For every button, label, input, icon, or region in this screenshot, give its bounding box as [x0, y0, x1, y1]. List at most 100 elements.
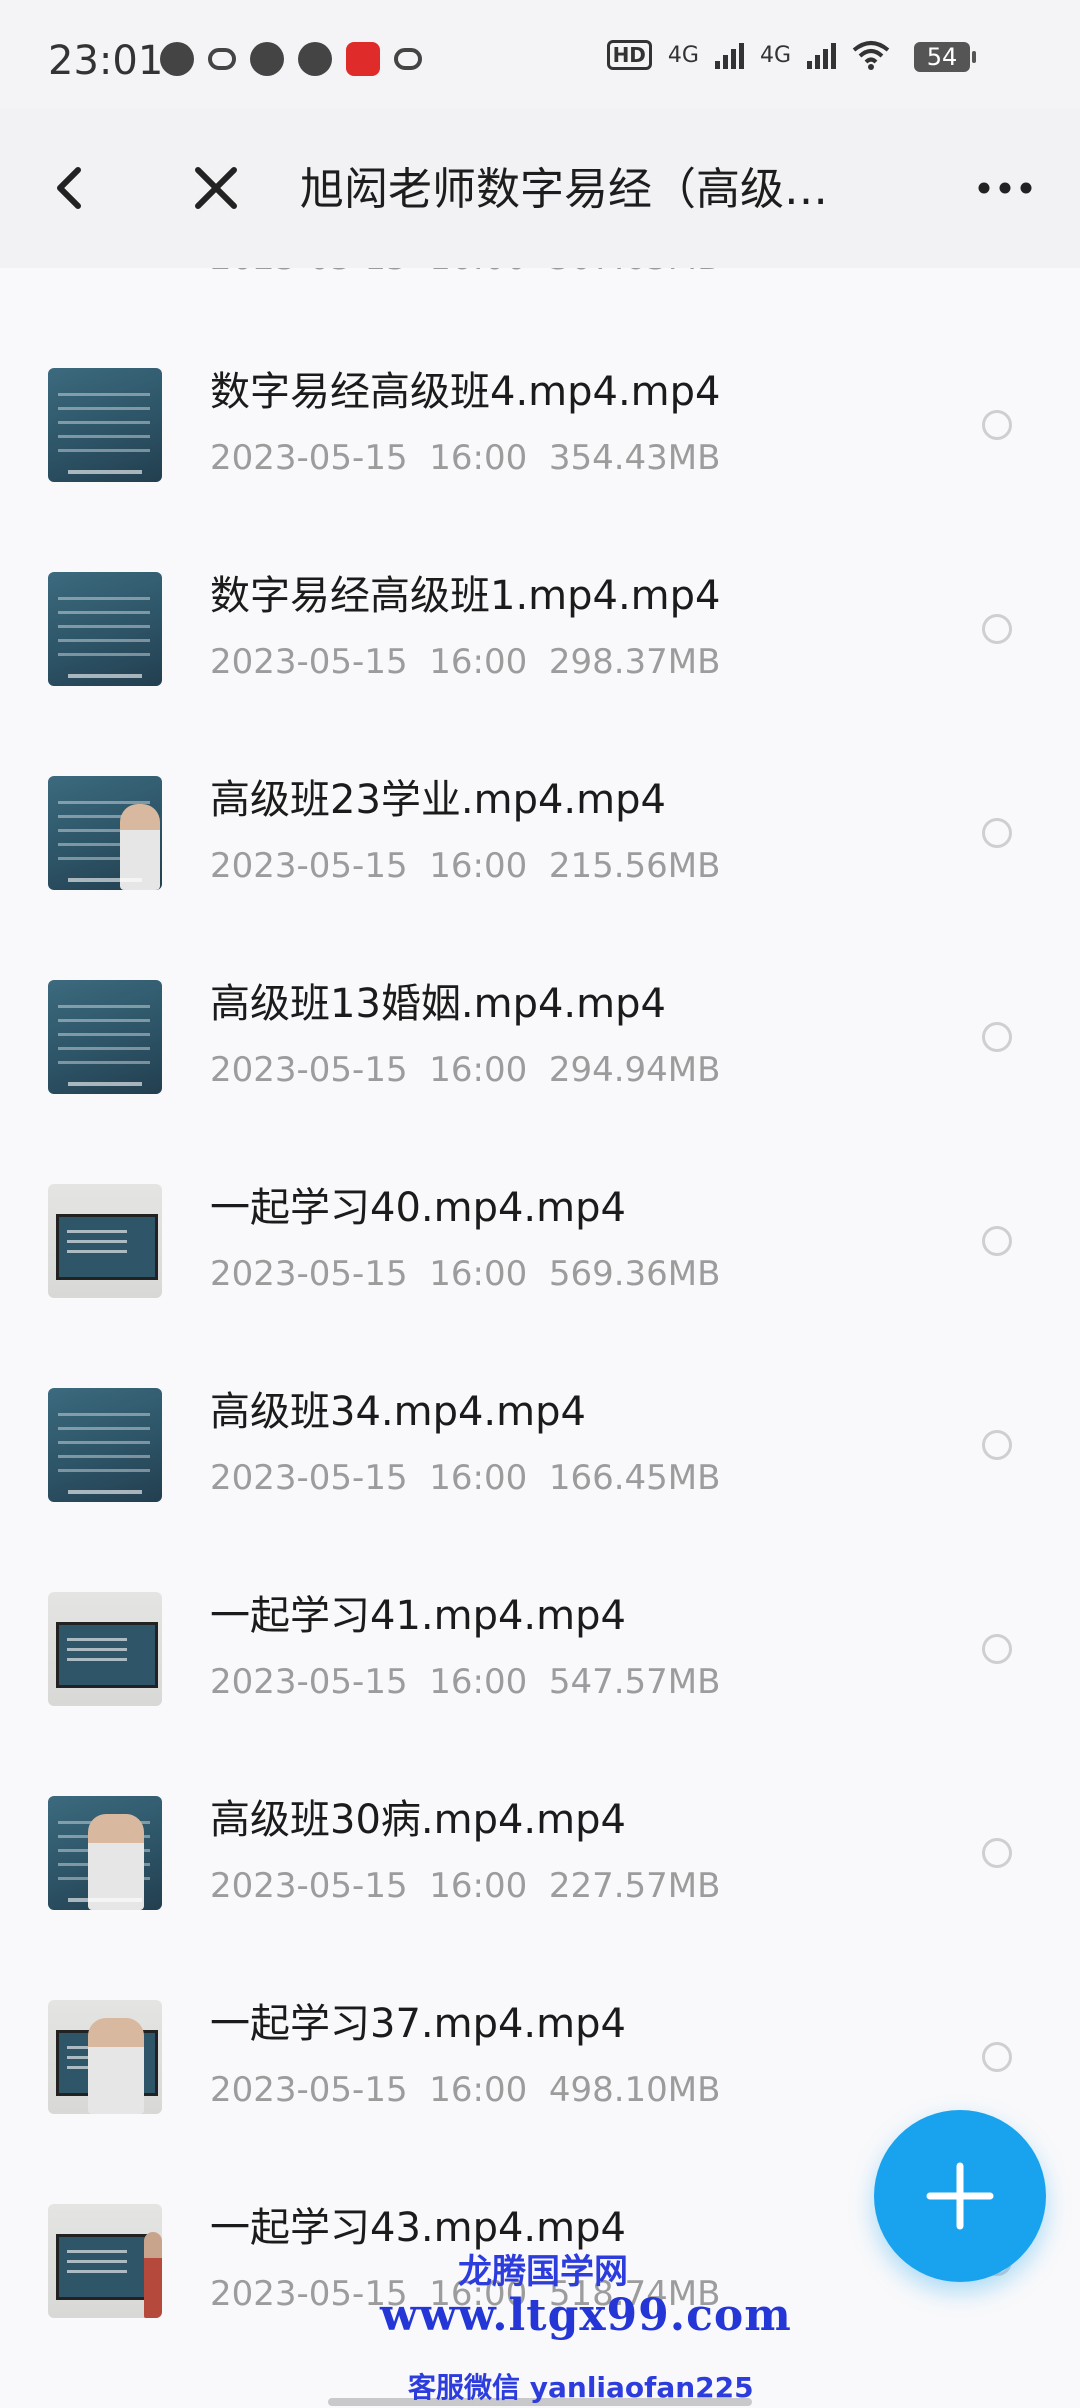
select-radio[interactable]: [982, 1634, 1012, 1664]
select-radio[interactable]: [982, 1022, 1012, 1052]
file-size: 166.45MB: [548, 1458, 721, 1498]
hd-icon: HD: [606, 40, 652, 70]
file-date: 2023-05-15: [210, 1254, 408, 1294]
signal-icon-2: [807, 41, 836, 69]
notification-icons: [160, 42, 422, 76]
chat-notification-icon: [250, 42, 284, 76]
screen-graphic: [56, 2234, 158, 2300]
select-radio[interactable]: [982, 614, 1012, 644]
list-item[interactable]: 高级班34.mp4.mp4 2023-05-15 16:00 166.45MB: [0, 1388, 1080, 1592]
wifi-icon: [852, 41, 890, 70]
video-thumbnail: [48, 980, 162, 1094]
file-size: 298.37MB: [548, 642, 721, 682]
file-time: 16:00: [429, 1050, 528, 1090]
list-item[interactable]: 高级班23学业.mp4.mp4 2023-05-15 16:00 215.56M…: [0, 776, 1080, 980]
file-name: 数字易经高级班4.mp4.mp4: [210, 369, 721, 415]
select-radio[interactable]: [982, 1430, 1012, 1460]
list-item[interactable]: 一起学习40.mp4.mp4 2023-05-15 16:00 569.36MB: [0, 1184, 1080, 1388]
list-item[interactable]: 一起学习41.mp4.mp4 2023-05-15 16:00 547.57MB: [0, 1592, 1080, 1796]
plus-icon: [926, 2162, 994, 2230]
file-date: 2023-05-15: [210, 1458, 408, 1498]
watermark-site-name: 龙腾国学网: [458, 2252, 628, 2292]
page-title: 旭闳老师数字易经（高级…: [300, 164, 828, 215]
teacher-figure: [144, 2232, 162, 2318]
chevron-left-icon: [57, 167, 81, 209]
file-time: 16:00: [429, 846, 528, 886]
file-meta: 2023-05-15 16:00 547.57MB: [210, 1660, 720, 1704]
file-time: 16:00: [429, 1866, 528, 1906]
music-app-icon: [346, 42, 380, 76]
back-button[interactable]: [40, 152, 100, 224]
file-size: 227.57MB: [548, 1866, 721, 1906]
video-thumbnail: [48, 2204, 162, 2318]
video-thumbnail: [48, 776, 162, 890]
network-4g-label-1: 4G: [667, 42, 699, 68]
select-radio[interactable]: [982, 1226, 1012, 1256]
file-size: 354.43MB: [548, 438, 721, 478]
watermark-url: www.ltgx99.com: [380, 2290, 792, 2341]
app-notification-icon: [160, 42, 194, 76]
file-name: 数字易经高级班1.mp4.mp4: [210, 573, 721, 619]
link-notification-icon-2: [394, 48, 422, 70]
file-time: 16:00: [429, 2070, 528, 2110]
file-date: 2023-05-15: [210, 846, 408, 886]
file-meta: 2023-05-15 16:00 569.36MB: [210, 1252, 720, 1296]
file-time: 16:00: [429, 1662, 528, 1702]
file-meta: 2023-05-15 16:00 354.43MB: [210, 436, 720, 480]
list-item[interactable]: 数字易经高级班4.mp4.mp4 2023-05-15 16:00 354.43…: [0, 368, 1080, 572]
more-dots-icon: [978, 182, 1032, 194]
file-meta: 2023-05-15 16:00 298.37MB: [210, 640, 720, 684]
video-thumbnail: [48, 2000, 162, 2114]
file-size: 294.94MB: [548, 1050, 721, 1090]
select-radio[interactable]: [982, 2042, 1012, 2072]
file-date: 2023-05-15: [210, 1866, 408, 1906]
file-meta: 2023-05-15 16:00 215.56MB: [210, 844, 720, 888]
more-options-button[interactable]: [970, 160, 1040, 216]
network-4g-label-2: 4G: [759, 42, 791, 68]
connectivity-icons: HD 4G 4G: [606, 40, 890, 70]
select-radio[interactable]: [982, 818, 1012, 848]
file-date: 2023-05-15: [210, 1050, 408, 1090]
video-thumbnail: [48, 1796, 162, 1910]
title-bar: 旭闳老师数字易经（高级…: [0, 108, 1080, 268]
file-date: 2023-05-15: [210, 2274, 408, 2314]
file-time: 16:00: [429, 1458, 528, 1498]
file-list: 2023-05-15 16:00 307.63MB 数字易经高级班4.mp4.m…: [0, 268, 1080, 2408]
close-button[interactable]: [180, 152, 252, 224]
video-thumbnail: [48, 368, 162, 482]
file-meta: 2023-05-15 16:00 166.45MB: [210, 1456, 720, 1500]
file-size: 215.56MB: [548, 846, 721, 886]
list-item[interactable]: 高级班30病.mp4.mp4 2023-05-15 16:00 227.57MB: [0, 1796, 1080, 2000]
video-thumbnail: [48, 1592, 162, 1706]
status-bar: 23:01 HD 4G 4G 54: [0, 0, 1080, 108]
file-meta: 2023-05-15 16:00 227.57MB: [210, 1864, 720, 1908]
file-date: 2023-05-15: [210, 2070, 408, 2110]
screen-graphic: [56, 1214, 158, 1280]
status-time: 23:01: [48, 38, 164, 84]
file-name: 高级班13婚姻.mp4.mp4: [210, 981, 666, 1027]
file-name: 高级班30病.mp4.mp4: [210, 1797, 626, 1843]
list-item[interactable]: 高级班13婚姻.mp4.mp4 2023-05-15 16:00 294.94M…: [0, 980, 1080, 1184]
file-date: 2023-05-15: [210, 642, 408, 682]
file-date: 2023-05-15: [210, 438, 408, 478]
file-date: 2023-05-15: [210, 1662, 408, 1702]
close-icon: [195, 167, 237, 209]
file-name: 一起学习41.mp4.mp4: [210, 1593, 626, 1639]
watermark-contact: 客服微信 yanliaofan225: [408, 2371, 754, 2404]
list-item[interactable]: 数字易经高级班1.mp4.mp4 2023-05-15 16:00 298.37…: [0, 572, 1080, 776]
screen-graphic: [56, 1622, 158, 1688]
add-button[interactable]: [874, 2110, 1046, 2282]
select-radio[interactable]: [982, 1838, 1012, 1868]
link-notification-icon: [208, 48, 236, 70]
file-size: 569.36MB: [548, 1254, 721, 1294]
file-name: 高级班23学业.mp4.mp4: [210, 777, 666, 823]
select-radio[interactable]: [982, 410, 1012, 440]
compass-notification-icon: [298, 42, 332, 76]
teacher-figure: [88, 2018, 144, 2114]
file-time: 16:00: [429, 642, 528, 682]
file-name: 高级班34.mp4.mp4: [210, 1389, 586, 1435]
signal-icon-1: [714, 41, 744, 69]
video-thumbnail: [48, 1184, 162, 1298]
file-name: 一起学习37.mp4.mp4: [210, 2001, 626, 2047]
file-meta: 2023-05-15 16:00 498.10MB: [210, 2068, 720, 2112]
